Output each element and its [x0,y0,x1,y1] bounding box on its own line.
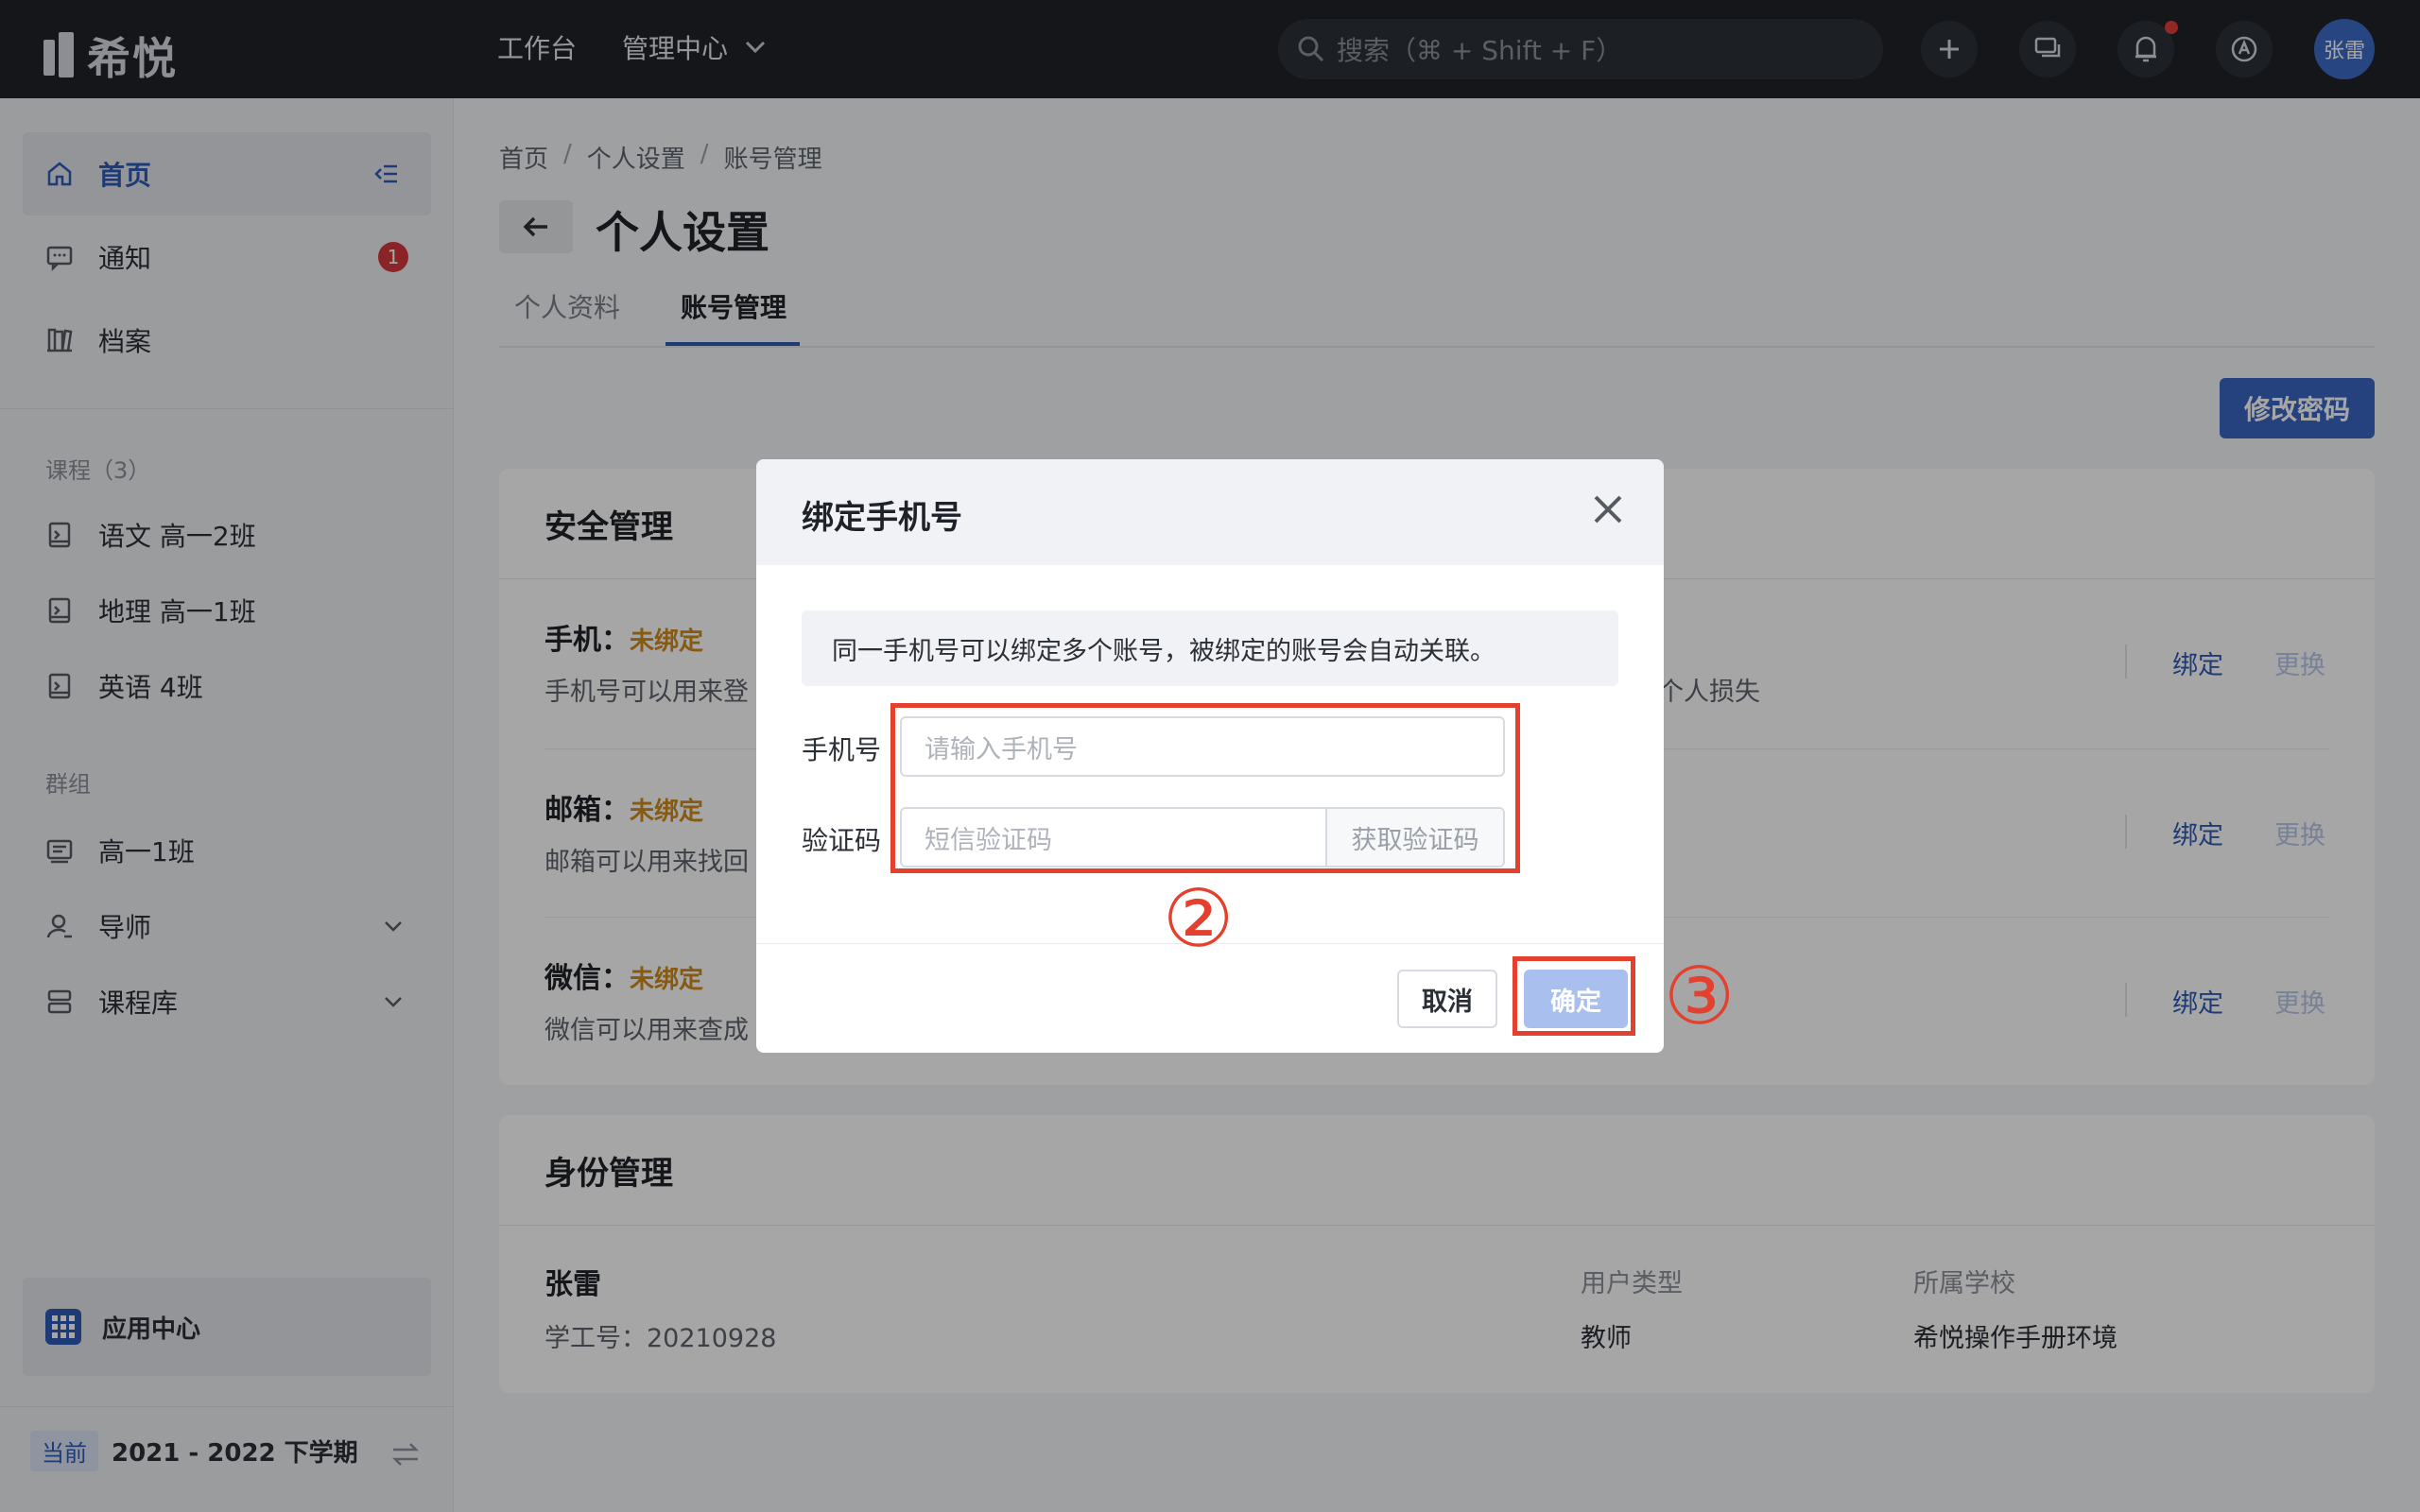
annotation-box-step3 [1512,956,1635,1036]
annotation-box-step2 [890,703,1520,873]
close-icon[interactable] [1592,493,1624,525]
dialog-notice: 同一手机号可以绑定多个账号，被绑定的账号会自动关联。 [802,610,1618,686]
cancel-button[interactable]: 取消 [1397,970,1497,1028]
code-field-label: 验证码 [802,825,882,856]
annotation-step3: ③ [1664,950,1736,1042]
dialog-title: 绑定手机号 [802,499,962,537]
annotation-step2: ② [1163,872,1235,965]
phone-field-label: 手机号 [802,734,882,765]
